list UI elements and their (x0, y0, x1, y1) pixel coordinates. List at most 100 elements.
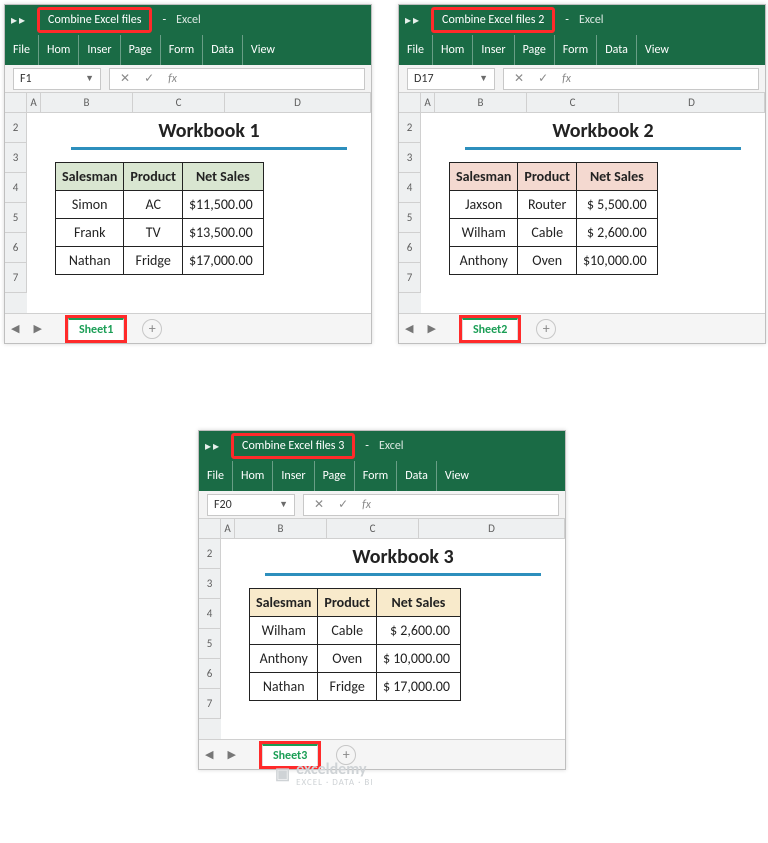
cell-product[interactable]: Fridge (318, 673, 377, 701)
ribbon-tab-home[interactable]: Hom (39, 35, 79, 65)
ribbon-tab-formulas[interactable]: Form (555, 35, 597, 65)
ribbon-tab-page[interactable]: Page (515, 35, 555, 65)
ribbon-tab-home[interactable]: Hom (233, 461, 273, 491)
cell-netsales[interactable]: $17,000.00 (182, 247, 263, 275)
add-sheet-button[interactable]: + (536, 319, 556, 339)
row-header-7[interactable]: 7 (199, 689, 221, 719)
row-header-3[interactable]: 3 (5, 143, 27, 173)
ribbon-tab-data[interactable]: Data (597, 35, 637, 65)
cell-netsales[interactable]: $ 2,600.00 (376, 617, 460, 645)
name-box[interactable]: D17▼ (407, 68, 495, 90)
col-header-A[interactable]: A (27, 93, 41, 112)
cell-product[interactable]: Cable (318, 617, 377, 645)
cell-netsales[interactable]: $ 2,600.00 (576, 219, 657, 247)
ribbon-tab-data[interactable]: Data (203, 35, 243, 65)
row-header-4[interactable]: 4 (399, 173, 421, 203)
ribbon-tab-file[interactable]: File (199, 461, 233, 491)
col-header-D[interactable]: D (419, 519, 565, 538)
ribbon-tab-page[interactable]: Page (315, 461, 355, 491)
cell-salesman[interactable]: Wilham (450, 219, 518, 247)
row-header-7[interactable]: 7 (5, 263, 27, 293)
row-header-4[interactable]: 4 (5, 173, 27, 203)
chevron-down-icon[interactable]: ▼ (85, 73, 94, 84)
row-header-5[interactable]: 5 (399, 203, 421, 233)
col-header-B[interactable]: B (41, 93, 133, 112)
ribbon-tab-formulas[interactable]: Form (355, 461, 397, 491)
cell-salesman[interactable]: Jaxson (450, 191, 518, 219)
cell-netsales[interactable]: $13,500.00 (182, 219, 263, 247)
formula-input[interactable]: ✕✓fx (503, 68, 759, 90)
cell-product[interactable]: AC (124, 191, 183, 219)
cell-product[interactable]: Oven (318, 645, 377, 673)
row-header-6[interactable]: 6 (5, 233, 27, 263)
cells-area[interactable]: Workbook 1SalesmanProductNet SalesSimonA… (27, 113, 371, 313)
cell-salesman[interactable]: Nathan (250, 673, 318, 701)
col-header-B[interactable]: B (435, 93, 527, 112)
fx-icon[interactable]: fx (362, 498, 371, 512)
ribbon-tab-file[interactable]: File (5, 35, 39, 65)
name-box[interactable]: F1▼ (13, 68, 101, 90)
ribbon-tab-data[interactable]: Data (397, 461, 437, 491)
ribbon-tab-formulas[interactable]: Form (161, 35, 203, 65)
chevron-down-icon[interactable]: ▼ (479, 73, 488, 84)
col-header-C[interactable]: C (327, 519, 419, 538)
col-header-C[interactable]: C (133, 93, 225, 112)
cell-product[interactable]: Oven (518, 247, 577, 275)
col-header-B[interactable]: B (235, 519, 327, 538)
next-sheet-icon[interactable]: ▶ (427, 322, 435, 335)
select-all-cell[interactable] (399, 93, 421, 112)
prev-sheet-icon[interactable]: ◀ (11, 322, 19, 335)
row-header-6[interactable]: 6 (399, 233, 421, 263)
next-sheet-icon[interactable]: ▶ (33, 322, 41, 335)
cell-product[interactable]: Cable (518, 219, 577, 247)
cell-netsales[interactable]: $10,000.00 (576, 247, 657, 275)
ribbon-tab-view[interactable]: View (437, 461, 477, 491)
row-header-5[interactable]: 5 (199, 629, 221, 659)
sheet-tab[interactable]: Sheet2 (462, 318, 518, 340)
prev-sheet-icon[interactable]: ◀ (205, 748, 213, 761)
row-header-2[interactable]: 2 (199, 539, 221, 569)
ribbon-tab-insert[interactable]: Inser (79, 35, 120, 65)
row-header-3[interactable]: 3 (399, 143, 421, 173)
cell-salesman[interactable]: Simon (56, 191, 124, 219)
ribbon-tab-view[interactable]: View (243, 35, 283, 65)
row-header-5[interactable]: 5 (5, 203, 27, 233)
col-header-D[interactable]: D (619, 93, 765, 112)
formula-input[interactable]: ✕✓fx (303, 494, 559, 516)
cell-salesman[interactable]: Wilham (250, 617, 318, 645)
next-sheet-icon[interactable]: ▶ (227, 748, 235, 761)
ribbon-tab-page[interactable]: Page (121, 35, 161, 65)
name-box[interactable]: F20▼ (207, 494, 295, 516)
col-header-C[interactable]: C (527, 93, 619, 112)
cell-salesman[interactable]: Frank (56, 219, 124, 247)
cells-area[interactable]: Workbook 2SalesmanProductNet SalesJaxson… (421, 113, 765, 313)
col-header-D[interactable]: D (225, 93, 371, 112)
sheet-tab[interactable]: Sheet1 (68, 318, 124, 340)
fx-icon[interactable]: fx (562, 72, 571, 86)
cell-salesman[interactable]: Anthony (250, 645, 318, 673)
row-header-6[interactable]: 6 (199, 659, 221, 689)
cell-product[interactable]: Router (518, 191, 577, 219)
prev-sheet-icon[interactable]: ◀ (405, 322, 413, 335)
fx-icon[interactable]: fx (168, 72, 177, 86)
select-all-cell[interactable] (199, 519, 221, 538)
sheet-tab[interactable]: Sheet3 (262, 744, 318, 766)
col-header-A[interactable]: A (221, 519, 235, 538)
row-header-7[interactable]: 7 (399, 263, 421, 293)
row-header-4[interactable]: 4 (199, 599, 221, 629)
row-header-3[interactable]: 3 (199, 569, 221, 599)
row-header-2[interactable]: 2 (399, 113, 421, 143)
col-header-A[interactable]: A (421, 93, 435, 112)
cell-netsales[interactable]: $ 17,000.00 (376, 673, 460, 701)
cell-salesman[interactable]: Anthony (450, 247, 518, 275)
ribbon-tab-insert[interactable]: Inser (273, 461, 314, 491)
formula-input[interactable]: ✕✓fx (109, 68, 365, 90)
add-sheet-button[interactable]: + (142, 319, 162, 339)
cell-product[interactable]: TV (124, 219, 183, 247)
ribbon-tab-view[interactable]: View (637, 35, 677, 65)
ribbon-tab-file[interactable]: File (399, 35, 433, 65)
cell-salesman[interactable]: Nathan (56, 247, 124, 275)
add-sheet-button[interactable]: + (336, 745, 356, 765)
cell-netsales[interactable]: $ 5,500.00 (576, 191, 657, 219)
cell-netsales[interactable]: $11,500.00 (182, 191, 263, 219)
